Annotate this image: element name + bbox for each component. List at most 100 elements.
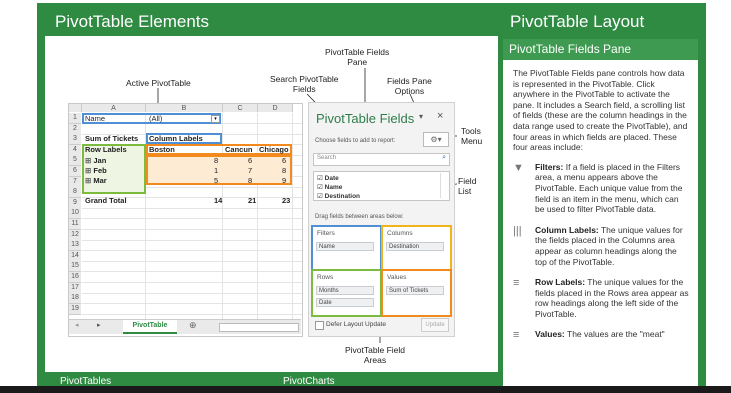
tools-menu-gear-icon[interactable]: ⚙▾: [423, 132, 449, 147]
column-header-b[interactable]: B: [146, 104, 223, 112]
sum-of-tickets-label: Sum of Tickets: [85, 134, 139, 143]
row-number[interactable]: 6: [69, 166, 81, 177]
value-cell: 8: [214, 156, 219, 165]
row-number[interactable]: 5: [69, 155, 81, 167]
columns-area[interactable]: Columns Destination: [381, 225, 452, 271]
select-all-corner[interactable]: [69, 104, 82, 112]
field-list-scrollbar[interactable]: [440, 173, 448, 198]
filter-field-value[interactable]: (All): [149, 114, 162, 124]
value-cell: 1: [214, 166, 219, 175]
row-number[interactable]: 11: [69, 219, 81, 230]
filter-dropdown-icon[interactable]: ▾: [211, 115, 220, 123]
grand-total-boston: 14: [214, 196, 223, 205]
column-header-d[interactable]: D: [258, 104, 293, 112]
rows-field-pill[interactable]: Months: [316, 286, 374, 295]
row-number[interactable]: 10: [69, 208, 81, 220]
row-number[interactable]: 16: [69, 272, 81, 283]
description-panel: The PivotTable Fields pane controls how …: [503, 60, 698, 386]
gridline: [82, 218, 302, 220]
field-search-input[interactable]: Search ⌕: [313, 153, 450, 166]
field-checkbox[interactable]: ☑: [317, 175, 325, 182]
destination-cancun: Cancun: [225, 145, 253, 154]
column-header-a[interactable]: A: [82, 104, 146, 112]
values-area[interactable]: Values Sum of Tickets: [381, 269, 452, 317]
rows-area[interactable]: Rows Months Date: [311, 269, 382, 317]
filters-field-pill[interactable]: Name: [316, 242, 374, 251]
row-number[interactable]: 7: [69, 176, 81, 188]
value-cell: 8: [282, 166, 287, 175]
search-icon: ⌕: [442, 154, 446, 161]
field-list-item[interactable]: ☑ Destination: [317, 192, 360, 200]
horizontal-scrollbar[interactable]: [219, 323, 299, 332]
column-labels-header[interactable]: Column Labels: [149, 134, 203, 144]
gridline: [82, 239, 302, 241]
filters-area[interactable]: Filters Name: [311, 225, 382, 271]
field-checkbox[interactable]: ☑: [317, 193, 325, 200]
rows-area-label: Rows: [317, 274, 334, 281]
columns-field-pill[interactable]: Destination: [386, 242, 444, 251]
month-row-label[interactable]: ⊞ Feb: [85, 166, 107, 176]
row-number[interactable]: 14: [69, 250, 81, 262]
gridline: [82, 271, 302, 273]
month-name: Mar: [93, 176, 107, 185]
row-number[interactable]: 19: [69, 303, 81, 315]
gridline: [82, 260, 302, 262]
row-number[interactable]: 12: [69, 229, 81, 241]
value-cell: 7: [248, 166, 253, 175]
row-labels-header[interactable]: Row Labels: [85, 145, 127, 155]
destination-chicago: Chicago: [259, 145, 289, 154]
row-number[interactable]: 15: [69, 261, 81, 273]
area-description-text: The values are the "meat": [567, 329, 665, 340]
area-description-title: Row Labels:: [535, 277, 586, 288]
gridline: [82, 229, 302, 230]
area-description-title: Values:: [535, 329, 565, 340]
pane-options-chevron-icon[interactable]: ▾: [419, 112, 423, 121]
field-name: Name: [324, 184, 343, 191]
columns-icon: |||: [513, 224, 522, 237]
sheet-tab-pivottable[interactable]: PivotTable: [123, 320, 177, 334]
grand-total-chicago: 23: [282, 196, 291, 205]
month-row-label[interactable]: ⊞ Jan: [85, 156, 106, 166]
scroll-left-icon[interactable]: ◂: [75, 321, 79, 329]
area-description-item: ▼ Filters: If a field is placed in the Fi…: [513, 162, 690, 215]
column-header-c[interactable]: C: [223, 104, 258, 112]
gridline: [82, 313, 302, 315]
bottom-bar: [0, 386, 731, 393]
gridline: [82, 303, 302, 305]
spreadsheet[interactable]: A B C D 1 2 3 4 5 6 7 8 9 10 11 12 13 14 15 16 17 18 19 Na…: [68, 103, 303, 337]
values-field-pill[interactable]: Sum of Tickets: [386, 286, 444, 295]
grand-total-cancun: 21: [248, 196, 257, 205]
update-button[interactable]: Update: [421, 318, 449, 332]
defer-layout-label: Defer Layout Update: [326, 321, 386, 328]
footer-pivottables: PivotTables: [60, 376, 112, 387]
close-pane-icon[interactable]: ×: [437, 110, 443, 122]
scroll-right-icon[interactable]: ▸: [97, 321, 101, 329]
add-sheet-icon[interactable]: ⊕: [189, 320, 197, 331]
row-number[interactable]: 13: [69, 240, 81, 252]
row-number[interactable]: 4: [69, 144, 81, 156]
field-list-item[interactable]: ☑ Date: [317, 174, 339, 182]
gridline: [82, 282, 302, 283]
field-checkbox[interactable]: ☑: [317, 184, 325, 191]
row-number[interactable]: 17: [69, 282, 81, 294]
value-cell: 6: [282, 156, 287, 165]
row-number[interactable]: 8: [69, 187, 81, 199]
area-description-title: Filters:: [535, 161, 564, 172]
field-list-item[interactable]: ☑ Name: [317, 183, 342, 191]
left-section-title: PivotTable Elements: [55, 12, 210, 31]
row-number[interactable]: 9: [69, 197, 81, 209]
right-section-title: PivotTable Layout: [510, 12, 645, 31]
field-list[interactable]: ☑ Date ☑ Name ☑ Destination: [313, 171, 450, 201]
row-number[interactable]: 2: [69, 123, 81, 135]
rows-field-pill[interactable]: Date: [316, 298, 374, 307]
values-area-label: Values: [387, 274, 407, 281]
row-number[interactable]: 1: [69, 113, 81, 124]
row-number[interactable]: 3: [69, 134, 81, 146]
defer-layout-checkbox[interactable]: [315, 321, 324, 330]
filter-icon: ▼: [513, 161, 524, 174]
field-name: Date: [324, 175, 339, 182]
month-row-label[interactable]: ⊞ Mar: [85, 176, 107, 186]
columns-area-label: Columns: [387, 230, 413, 237]
values-icon: ≡: [513, 329, 520, 342]
row-number[interactable]: 18: [69, 293, 81, 305]
